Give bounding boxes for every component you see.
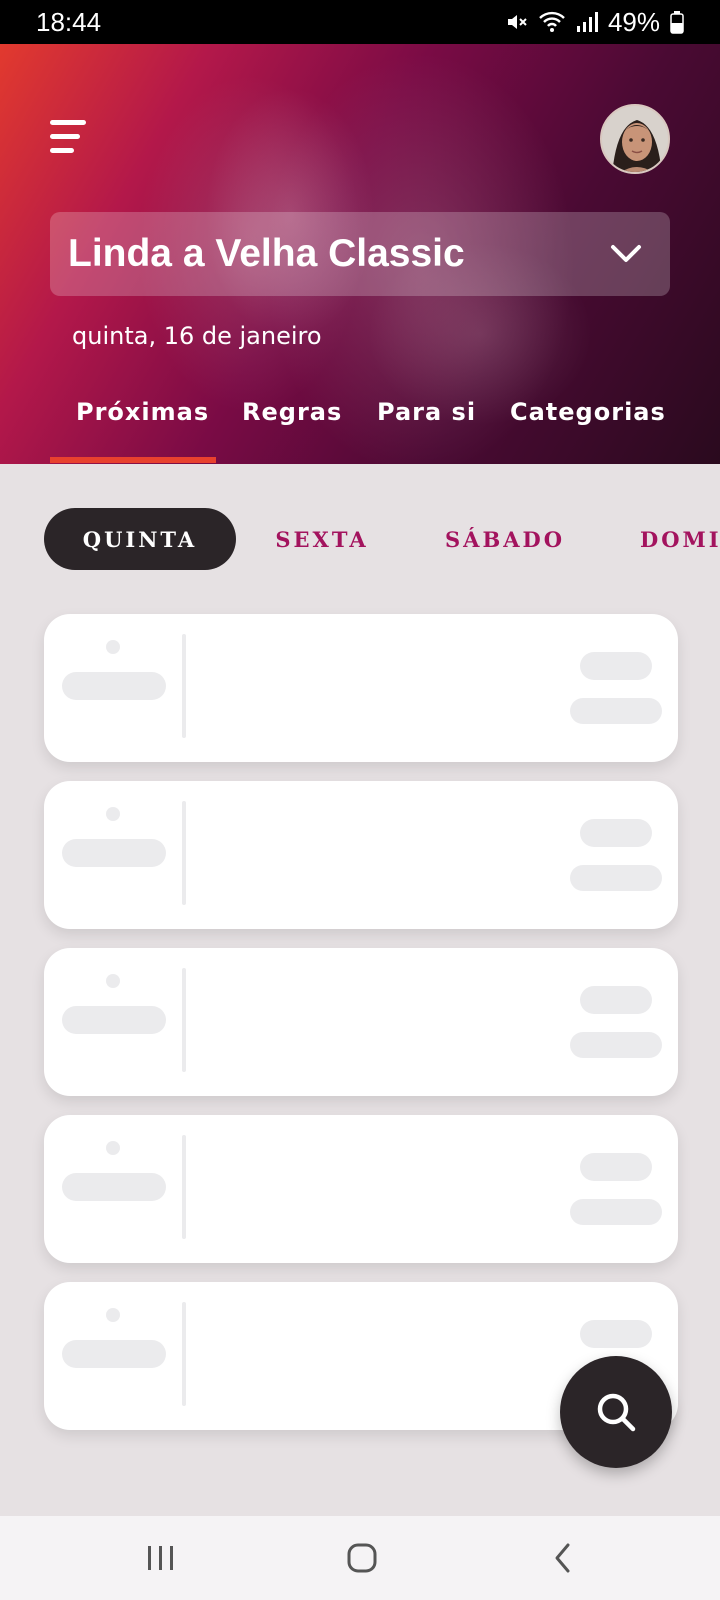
status-icons: 49%: [504, 7, 684, 38]
avatar[interactable]: [600, 104, 670, 174]
date-label: quinta, 16 de janeiro: [72, 322, 322, 350]
search-icon: [597, 1393, 636, 1432]
header: Linda a Velha Classic quinta, 16 de jane…: [0, 44, 720, 464]
mute-icon: [507, 15, 527, 29]
tab-proximas[interactable]: Próximas: [76, 398, 209, 426]
day-chip-quinta[interactable]: QUINTA: [44, 508, 236, 570]
battery-icon: [670, 11, 684, 34]
battery-percent: 49%: [607, 6, 660, 37]
day-selector: QUINTA SEXTA SÁBADO DOMI: [0, 508, 720, 572]
day-chip-sexta[interactable]: SEXTA: [262, 508, 382, 570]
status-time: 18:44: [36, 6, 102, 37]
day-chip-sabado[interactable]: SÁBADO: [440, 508, 570, 570]
tab-regras[interactable]: Regras: [242, 398, 342, 426]
chevron-down-icon: [611, 245, 641, 262]
list-item-placeholder: [44, 948, 678, 1096]
tab-para-si[interactable]: Para si: [377, 398, 476, 426]
tab-categorias[interactable]: Categorias: [510, 398, 666, 426]
home-icon[interactable]: [346, 1542, 378, 1574]
day-chip-domingo[interactable]: DOMI: [640, 508, 720, 570]
status-bar: 18:44 49%: [0, 0, 720, 44]
signal-icon: [576, 12, 598, 32]
back-icon[interactable]: [552, 1542, 574, 1574]
tab-indicator: [50, 457, 216, 463]
hamburger-menu-icon[interactable]: [50, 116, 90, 156]
venue-dropdown[interactable]: Linda a Velha Classic: [50, 212, 670, 296]
list-item-placeholder: [44, 781, 678, 929]
list-item-placeholder: [44, 1115, 678, 1263]
search-button[interactable]: [560, 1356, 672, 1468]
system-nav-bar: [0, 1516, 720, 1600]
wifi-icon: [539, 11, 565, 32]
list-item-placeholder: [44, 614, 678, 762]
tab-bar: Próximas Regras Para si Categorias: [0, 384, 720, 464]
venue-name: Linda a Velha Classic: [68, 232, 465, 275]
recent-apps-icon[interactable]: [146, 1542, 176, 1574]
